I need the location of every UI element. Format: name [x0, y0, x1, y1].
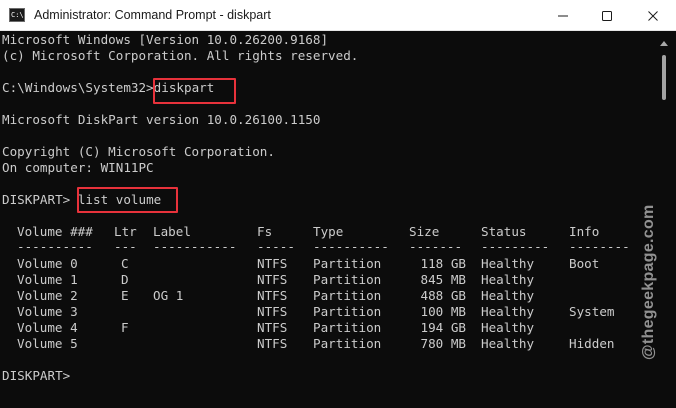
cell-ltr: E	[121, 288, 129, 303]
separator: --------	[569, 239, 630, 254]
cell-volume: Volume 1	[17, 272, 78, 287]
cell-volume: Volume 0	[17, 256, 78, 271]
cell-size: 845 MB	[420, 272, 467, 287]
cell-size: 780 MB	[420, 336, 467, 351]
scroll-up-arrow-icon[interactable]	[660, 41, 668, 46]
table-row: Volume 0 C NTFS Partition 118 GB Healthy…	[0, 256, 652, 272]
cell-fs: NTFS	[257, 304, 288, 319]
cell-status: Healthy	[481, 304, 535, 319]
col-header-size: Size	[409, 224, 440, 239]
maximize-icon	[602, 11, 612, 21]
separator: ---------	[481, 239, 550, 254]
col-header-fs: Fs	[257, 224, 273, 239]
cell-info: System	[569, 304, 615, 319]
title-bar[interactable]: C:\. Administrator: Command Prompt - dis…	[0, 0, 676, 31]
maximize-button[interactable]	[584, 0, 630, 31]
separator: ----------	[313, 239, 389, 254]
cell-status: Healthy	[481, 256, 535, 271]
cell-fs: NTFS	[257, 272, 288, 287]
cell-volume: Volume 2	[17, 288, 78, 303]
cell-ltr: C	[121, 256, 129, 271]
cell-size: 118 GB	[420, 256, 467, 271]
cell-fs: NTFS	[257, 256, 288, 271]
highlight-box-list-volume	[77, 187, 178, 213]
table-row: Volume 2 E OG 1 NTFS Partition 488 GB He…	[0, 288, 652, 304]
cell-volume: Volume 5	[17, 336, 78, 351]
cell-type: Partition	[313, 272, 382, 287]
cell-volume: Volume 3	[17, 304, 78, 319]
window-title: Administrator: Command Prompt - diskpart	[34, 8, 271, 22]
separator: -----------	[153, 239, 237, 254]
cell-status: Healthy	[481, 288, 535, 303]
console-output[interactable]: Microsoft Windows [Version 10.0.26200.91…	[0, 31, 652, 408]
cell-status: Healthy	[481, 336, 535, 351]
cell-volume: Volume 4	[17, 320, 78, 335]
close-button[interactable]	[630, 0, 676, 31]
col-header-ltr: Ltr	[114, 224, 137, 239]
table-row: Volume 5 NTFS Partition 780 MB Healthy H…	[0, 336, 652, 352]
cell-fs: NTFS	[257, 336, 288, 351]
command-prompt-window: C:\. Administrator: Command Prompt - dis…	[0, 0, 676, 408]
console-line: Microsoft DiskPart version 10.0.26100.11…	[2, 112, 321, 127]
separator: ---	[114, 239, 137, 254]
col-header-volume: Volume ###	[17, 224, 93, 239]
console-line: (c) Microsoft Corporation. All rights re…	[2, 48, 359, 63]
col-header-status: Status	[481, 224, 527, 239]
table-header: Volume ### Ltr Label Fs Type Size Status…	[0, 224, 652, 240]
cell-status: Healthy	[481, 272, 535, 287]
table-separator: ---------- --- ----------- ----- -------…	[0, 239, 652, 255]
cell-info: Boot	[569, 256, 600, 271]
cell-type: Partition	[313, 320, 382, 335]
cell-fs: NTFS	[257, 320, 288, 335]
scrollbar-thumb[interactable]	[662, 55, 666, 100]
cell-size: 488 GB	[420, 288, 467, 303]
cell-status: Healthy	[481, 320, 535, 335]
cell-info: Hidden	[569, 336, 615, 351]
cell-ltr: D	[121, 272, 129, 287]
col-header-info: Info	[569, 224, 600, 239]
separator: -------	[409, 239, 463, 254]
col-header-type: Type	[313, 224, 344, 239]
table-row: Volume 3 NTFS Partition 100 MB Healthy S…	[0, 304, 652, 320]
console-line: On computer: WIN11PC	[2, 160, 154, 175]
highlight-box-diskpart	[153, 78, 236, 104]
console-line: Microsoft Windows [Version 10.0.26200.91…	[2, 32, 329, 47]
console-line: Copyright (C) Microsoft Corporation.	[2, 144, 275, 159]
prompt-path: C:\Windows\System32>	[2, 80, 154, 95]
cell-fs: NTFS	[257, 288, 288, 303]
cell-size: 194 GB	[420, 320, 467, 335]
final-prompt: DISKPART>	[2, 368, 71, 383]
table-row: Volume 1 D NTFS Partition 845 MB Healthy	[0, 272, 652, 288]
watermark: @thegeekpage.com	[640, 204, 657, 360]
col-header-label: Label	[153, 224, 191, 239]
minimize-button[interactable]	[540, 0, 586, 31]
diskpart-prompt: DISKPART>	[2, 192, 71, 207]
cell-label: OG 1	[153, 288, 184, 303]
cell-ltr: F	[121, 320, 129, 335]
table-row: Volume 4 F NTFS Partition 194 GB Healthy	[0, 320, 652, 336]
cell-type: Partition	[313, 336, 382, 351]
separator: -----	[257, 239, 295, 254]
cell-size: 100 MB	[420, 304, 467, 319]
close-icon	[648, 11, 658, 21]
minimize-icon	[558, 15, 568, 17]
terminal-icon: C:\.	[9, 8, 25, 22]
cell-type: Partition	[313, 256, 382, 271]
cell-type: Partition	[313, 288, 382, 303]
separator: ----------	[17, 239, 93, 254]
cell-type: Partition	[313, 304, 382, 319]
